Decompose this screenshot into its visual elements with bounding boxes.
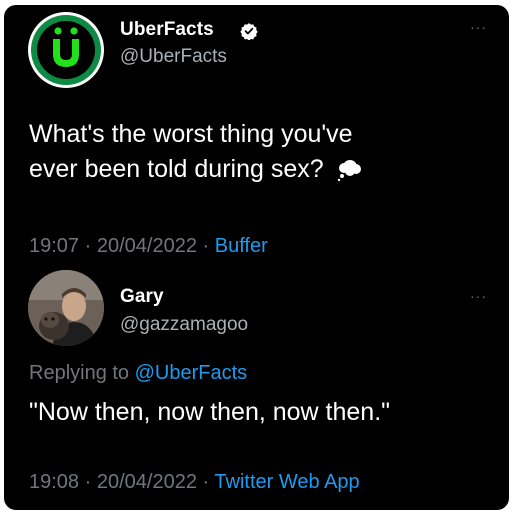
avatar[interactable] xyxy=(28,270,104,346)
tweet-text: What's the worst thing you've ever been … xyxy=(29,117,489,187)
uberfacts-logo-icon xyxy=(31,15,101,85)
tweet-source-link[interactable]: Buffer xyxy=(215,235,268,257)
author-name[interactable]: Gary xyxy=(120,286,164,308)
tweet-meta: 19:08 · 20/04/2022 · Twitter Web App xyxy=(29,471,360,494)
reply-tweet[interactable]: Gary @gazzamagoo ··· Replying to @UberFa… xyxy=(4,267,509,510)
separator-dot: · xyxy=(84,471,92,493)
author-handle[interactable]: @gazzamagoo xyxy=(120,314,248,336)
tweet-source-link[interactable]: Twitter Web App xyxy=(214,471,359,493)
avatar[interactable] xyxy=(28,12,104,88)
reply-text: "Now then, now then, now then." xyxy=(29,398,391,426)
tweet-text-line: ever been told during sex? xyxy=(29,155,324,183)
tweet-time[interactable]: 19:07 xyxy=(29,235,79,257)
replying-to-mention[interactable]: @UberFacts xyxy=(135,362,248,384)
tweet[interactable]: UberFacts @UberFacts ··· What's the wors… xyxy=(4,5,509,267)
tweet-time[interactable]: 19:08 xyxy=(29,471,79,493)
tweet-meta: 19:07 · 20/04/2022 · Buffer xyxy=(29,235,268,258)
replying-to-label: Replying to xyxy=(29,362,130,384)
tweet-date[interactable]: 20/04/2022 xyxy=(97,235,197,257)
tweet-text-line: What's the worst thing you've xyxy=(29,120,353,148)
author-handle[interactable]: @UberFacts xyxy=(120,46,227,68)
replying-to: Replying to @UberFacts xyxy=(29,362,247,385)
verified-badge-icon xyxy=(240,23,258,40)
more-options-icon[interactable]: ··· xyxy=(470,289,487,303)
separator-dot: · xyxy=(202,235,210,257)
tweet-thread-card: UberFacts @UberFacts ··· What's the wors… xyxy=(4,5,509,510)
author-name[interactable]: UberFacts xyxy=(120,19,214,41)
separator-dot: · xyxy=(84,235,92,257)
more-options-icon[interactable]: ··· xyxy=(470,20,487,34)
separator-dot: · xyxy=(202,471,210,493)
thought-balloon-icon xyxy=(337,160,361,182)
profile-photo xyxy=(28,270,104,346)
tweet-date[interactable]: 20/04/2022 xyxy=(97,471,197,493)
